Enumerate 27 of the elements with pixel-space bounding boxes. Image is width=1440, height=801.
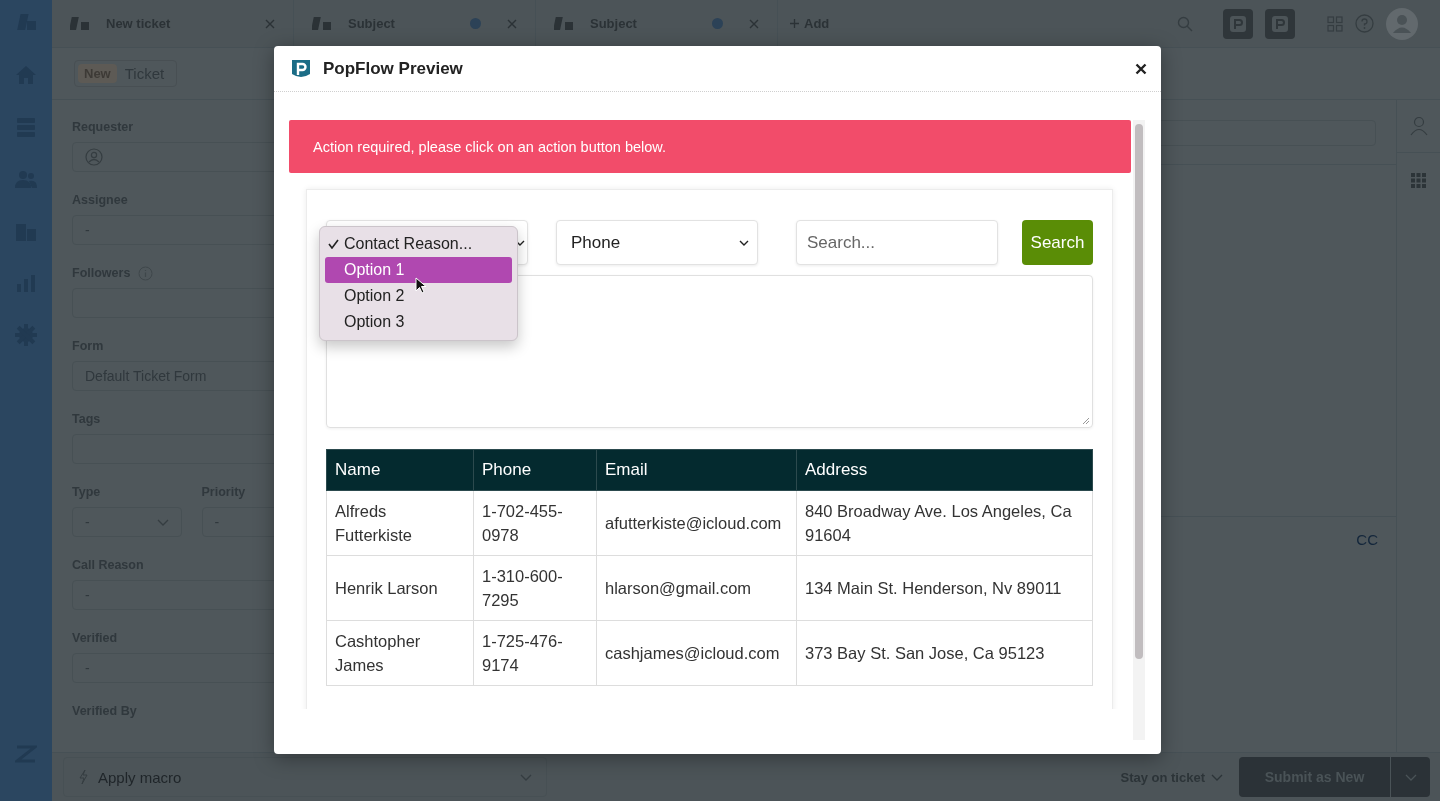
column-header: Email	[596, 449, 797, 491]
table-cell: 134 Main St. Henderson, Nv 89011	[796, 555, 1093, 621]
cc-link[interactable]: CC	[1356, 531, 1378, 752]
column-header: Phone	[473, 449, 597, 491]
table-cell: afutterkiste@icloud.com	[596, 490, 797, 556]
table-cell: 1-702-455-0978	[473, 490, 597, 556]
table-cell: Cashtopher James	[326, 620, 474, 686]
select-field[interactable]: Phone	[556, 220, 758, 265]
dropdown-option[interactable]: Option 2	[325, 283, 512, 309]
table-cell: 1-725-476-9174	[473, 620, 597, 686]
dropdown-option[interactable]: Option 3	[325, 309, 512, 335]
column-header: Name	[326, 449, 474, 491]
column-header: Address	[796, 449, 1093, 491]
table-cell: 373 Bay St. San Jose, Ca 95123	[796, 620, 1093, 686]
table-cell: cashjames@icloud.com	[596, 620, 797, 686]
table-cell: Henrik Larson	[326, 555, 474, 621]
modal-title: PopFlow Preview	[323, 58, 464, 79]
table-cell: 840 Broadway Ave. Los Angeles, Ca 91604	[796, 490, 1093, 556]
select-field[interactable]: -	[72, 507, 182, 537]
search-button[interactable]: Search	[1022, 220, 1093, 265]
table-cell: hlarson@gmail.com	[596, 555, 797, 621]
dropdown-option[interactable]: Contact Reason...	[325, 231, 512, 257]
search-field[interactable]: Search...	[796, 220, 998, 265]
table-cell: 1-310-600-7295	[473, 555, 597, 621]
alert-banner: Action required, please click on an action button below.	[289, 120, 1131, 173]
table-cell: Alfreds Futterkiste	[326, 490, 474, 556]
dropdown-option[interactable]: Option 1	[325, 257, 512, 283]
